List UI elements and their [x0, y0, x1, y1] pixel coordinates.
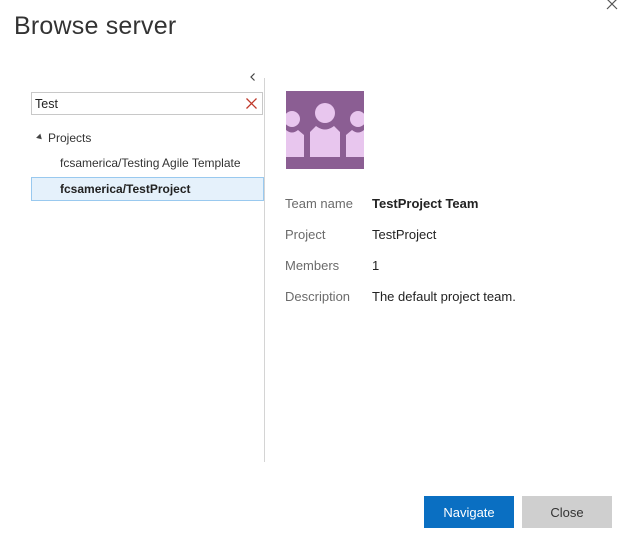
tree-item-testproject[interactable]: fcsamerica/TestProject: [31, 177, 264, 201]
triangle-expanded-icon[interactable]: [36, 133, 44, 142]
dialog-title: Browse server: [14, 12, 177, 40]
search-input[interactable]: [32, 93, 237, 114]
detail-label: Members: [285, 258, 340, 273]
pane-divider[interactable]: [264, 78, 265, 462]
detail-label: Description: [285, 289, 351, 304]
tree-item-testing-agile-template[interactable]: fcsamerica/Testing Agile Template: [31, 151, 264, 175]
close-button[interactable]: Close: [522, 496, 612, 528]
navigate-button[interactable]: Navigate: [424, 496, 514, 528]
detail-value: TestProject: [372, 227, 437, 242]
tree-root-projects[interactable]: Projects: [31, 127, 264, 149]
tree-root-label: Projects: [48, 131, 92, 145]
detail-value: TestProject Team: [372, 196, 479, 211]
detail-label: Team name: [285, 196, 353, 211]
tree-item-label: fcsamerica/Testing Agile Template: [60, 156, 241, 170]
detail-label: Project: [285, 227, 326, 242]
chevron-left-icon[interactable]: [246, 70, 260, 84]
tree-item-label: fcsamerica/TestProject: [60, 182, 191, 196]
team-avatar-icon: [286, 91, 364, 169]
detail-value: 1: [372, 258, 380, 273]
project-tree: Projects fcsamerica/Testing Agile Templa…: [31, 127, 264, 201]
detail-value: The default project team.: [372, 289, 516, 304]
close-icon[interactable]: [604, 0, 619, 14]
search-box: [31, 92, 263, 115]
clear-search-icon[interactable]: [245, 97, 258, 110]
